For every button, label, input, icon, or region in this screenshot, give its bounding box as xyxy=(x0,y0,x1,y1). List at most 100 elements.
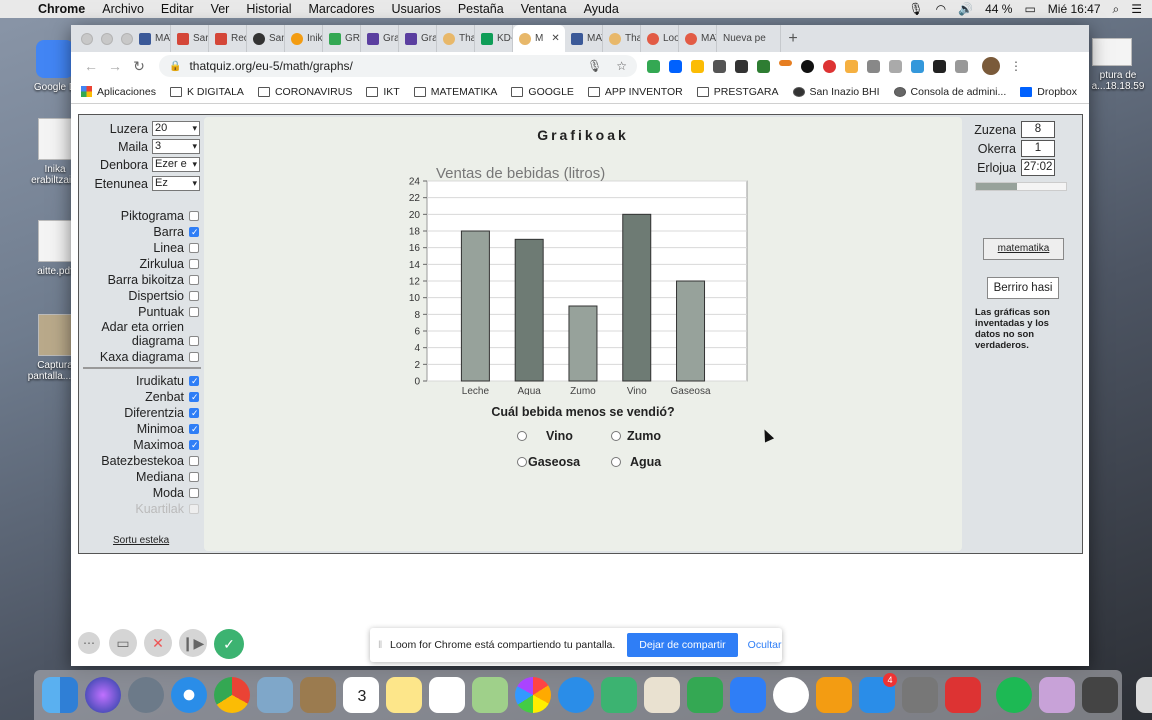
volume-icon[interactable]: 🔊 xyxy=(958,2,973,16)
luzera-select[interactable]: 20 xyxy=(152,121,200,136)
loom-finish-icon[interactable]: ✓ xyxy=(214,629,244,659)
tab-9[interactable]: KD-M xyxy=(475,25,513,52)
minimize-window-icon[interactable] xyxy=(101,33,113,45)
avatar[interactable] xyxy=(982,57,1000,75)
checkbox-checked[interactable] xyxy=(189,374,199,388)
menu-archivo[interactable]: Archivo xyxy=(102,2,144,16)
trash-icon[interactable] xyxy=(1135,677,1152,713)
new-tab-button[interactable]: + xyxy=(781,25,805,52)
option-mediana[interactable]: Mediana xyxy=(136,470,199,484)
dropbox-extension-icon[interactable] xyxy=(669,59,682,73)
option-batezbestekoa[interactable]: Batezbestekoa xyxy=(101,454,199,468)
bookmark-folder[interactable]: K DIGITALA xyxy=(169,86,244,98)
tab-14[interactable]: MAT xyxy=(679,25,717,52)
sortu-esteka-link[interactable]: Sortu esteka xyxy=(113,535,169,546)
checkbox[interactable] xyxy=(189,211,199,221)
option-barra-bikoitza[interactable]: Barra bikoitza xyxy=(108,273,199,287)
tab-3[interactable]: San I xyxy=(247,25,285,52)
chrome-icon[interactable] xyxy=(213,677,250,713)
tab-0[interactable]: MAT xyxy=(133,25,171,52)
radio-button[interactable] xyxy=(517,431,527,441)
checkbox[interactable] xyxy=(189,243,199,253)
maps-icon[interactable] xyxy=(471,677,508,713)
loom-more-icon[interactable]: ⋯ xyxy=(78,632,100,654)
loom-cancel-icon[interactable]: ✕ xyxy=(144,629,172,657)
extension-icon[interactable] xyxy=(845,59,858,73)
menu-usuarios[interactable]: Usuarios xyxy=(392,2,441,16)
forward-icon[interactable]: → xyxy=(103,58,127,74)
extension-icon[interactable] xyxy=(867,59,880,73)
keynote-podium-icon[interactable] xyxy=(729,677,766,713)
menu-pestana[interactable]: Pestaña xyxy=(458,2,504,16)
reminders-icon[interactable] xyxy=(428,677,465,713)
checkbox[interactable] xyxy=(189,336,199,346)
maximize-window-icon[interactable] xyxy=(121,33,133,45)
address-bar[interactable]: 🔒 thatquiz.org/eu-5/math/graphs/ 🎙 ☆ xyxy=(159,55,637,77)
drag-handle-icon[interactable]: ‖ xyxy=(378,639,382,651)
checkbox[interactable] xyxy=(189,456,199,466)
menu-editar[interactable]: Editar xyxy=(161,2,194,16)
checkbox[interactable] xyxy=(189,259,199,269)
drive-extension-icon[interactable] xyxy=(691,59,704,73)
photos-icon[interactable] xyxy=(514,677,551,713)
close-tab-icon[interactable]: ✕ xyxy=(551,33,559,44)
lock-icon[interactable]: 🔒 xyxy=(169,61,181,72)
option-diferentzia[interactable]: Diferentzia xyxy=(124,406,199,420)
extension-icon[interactable] xyxy=(889,59,902,73)
option-maximoa[interactable]: Maximoa xyxy=(133,438,199,452)
option-zirkulua[interactable]: Zirkulua xyxy=(140,257,199,271)
keynote-icon[interactable] xyxy=(643,677,680,713)
tab-5[interactable]: GRA xyxy=(323,25,361,52)
tab-1[interactable]: Sarre xyxy=(171,25,209,52)
desktop-icon-captura-right[interactable]: ptura de a...18.18.59 xyxy=(1084,38,1152,92)
classroom-extension-icon[interactable] xyxy=(647,59,660,73)
menu-ventana[interactable]: Ventana xyxy=(521,2,567,16)
option-linea[interactable]: Linea xyxy=(153,241,199,255)
bookmark-star-icon[interactable]: ☆ xyxy=(616,59,627,73)
checkbox[interactable] xyxy=(189,291,199,301)
answer-option-vino[interactable]: Vino xyxy=(517,429,573,443)
radio-button[interactable] xyxy=(611,457,621,467)
option-minimoa[interactable]: Minimoa xyxy=(137,422,199,436)
extension-icon[interactable] xyxy=(911,59,924,73)
reload-icon[interactable]: ↻ xyxy=(127,58,151,75)
menu-list-icon[interactable]: ☰ xyxy=(1131,2,1142,16)
stop-sharing-button[interactable]: Dejar de compartir xyxy=(627,633,738,657)
checkbox[interactable] xyxy=(189,472,199,482)
itunes-icon[interactable] xyxy=(772,677,809,713)
option-piktograma[interactable]: Piktograma xyxy=(121,209,199,223)
system-preferences-icon[interactable] xyxy=(901,677,938,713)
answer-option-gaseosa[interactable]: Gaseosa xyxy=(517,455,580,469)
microphone-icon[interactable]: 🎙 xyxy=(908,2,923,16)
extension-icon[interactable] xyxy=(735,59,748,73)
menu-historial[interactable]: Historial xyxy=(246,2,291,16)
finder-icon[interactable] xyxy=(41,677,78,713)
bookmark-dropbox[interactable]: Dropbox xyxy=(1020,86,1077,98)
denbora-select[interactable]: Ezer e xyxy=(152,157,200,172)
option-moda[interactable]: Moda xyxy=(153,486,199,500)
extension-icon[interactable] xyxy=(955,59,968,73)
more-menu-icon[interactable]: ⋮ xyxy=(1010,59,1022,73)
loom-pause-icon[interactable]: ❙▶ xyxy=(179,629,207,657)
sketchup-icon[interactable] xyxy=(944,677,981,713)
clapper-icon[interactable] xyxy=(1082,677,1118,713)
checkbox-checked[interactable] xyxy=(189,422,199,436)
tab-8[interactable]: That xyxy=(437,25,475,52)
tab-2[interactable]: Recib xyxy=(209,25,247,52)
launchpad-icon[interactable] xyxy=(127,677,164,713)
tab-4[interactable]: Inika xyxy=(285,25,323,52)
extension-icon[interactable] xyxy=(801,59,814,73)
answer-option-agua[interactable]: Agua xyxy=(611,455,661,469)
bookmark-folder[interactable]: APP INVENTOR xyxy=(587,86,683,98)
radio-button[interactable] xyxy=(517,457,527,467)
extension-icon[interactable] xyxy=(757,59,770,73)
hide-button[interactable]: Ocultar xyxy=(748,639,782,651)
checkbox[interactable] xyxy=(189,307,199,317)
bookmark-console[interactable]: Consola de admini... xyxy=(893,86,1006,98)
wifi-icon[interactable]: ◠ xyxy=(936,2,946,16)
bookmark-san-inazio[interactable]: San Inazio BHI xyxy=(792,86,880,98)
battery-percent[interactable]: 44 % xyxy=(985,2,1012,16)
option-zenbat[interactable]: Zenbat xyxy=(145,390,199,404)
extension-d-icon[interactable] xyxy=(713,59,726,73)
menu-ver[interactable]: Ver xyxy=(211,2,230,16)
